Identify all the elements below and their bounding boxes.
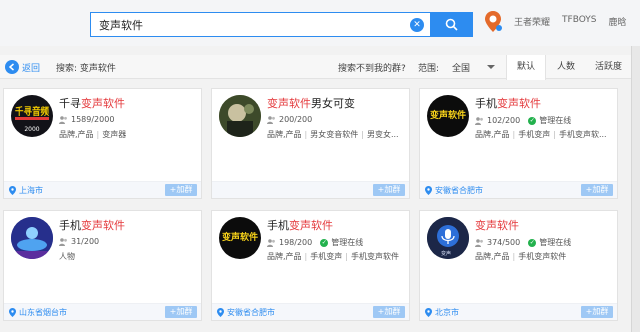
sort-tab-members[interactable]: 人数 bbox=[546, 55, 586, 79]
group-avatar bbox=[219, 95, 261, 137]
svg-text:变声软件: 变声软件 bbox=[222, 231, 258, 243]
member-count: 198/200 bbox=[279, 238, 313, 247]
group-title[interactable]: 变声软件 bbox=[475, 217, 519, 233]
hot-link[interactable]: 鹿晗 bbox=[609, 15, 627, 28]
members-icon bbox=[59, 237, 67, 246]
svg-text:变声软件: 变声软件 bbox=[430, 109, 466, 121]
group-tags: 品牌,产品 | 变声器 bbox=[59, 130, 127, 139]
join-group-button[interactable]: +加群 bbox=[373, 306, 405, 318]
group-title[interactable]: 手机变声软件 bbox=[475, 95, 541, 111]
scrollbar[interactable] bbox=[631, 46, 640, 332]
hot-search-icon bbox=[485, 11, 502, 32]
join-group-button[interactable]: +加群 bbox=[165, 306, 197, 318]
join-group-button[interactable]: +加群 bbox=[373, 184, 405, 196]
member-count: 102/200 bbox=[487, 116, 521, 125]
group-avatar: 变声软件 bbox=[427, 95, 469, 137]
group-title[interactable]: 手机变声软件 bbox=[267, 217, 333, 233]
admin-online-label: 管理在线 bbox=[539, 116, 572, 125]
group-location: 上海市 bbox=[19, 186, 43, 195]
group-card[interactable]: 手机变声软件 31/200 人物 山东省烟台市 +加群 bbox=[3, 210, 202, 321]
join-group-button[interactable]: +加群 bbox=[581, 306, 613, 318]
member-count: 31/200 bbox=[71, 237, 100, 246]
location-pin-icon bbox=[217, 308, 224, 317]
svg-text:变声: 变声 bbox=[441, 250, 451, 257]
group-location: 安徽省合肥市 bbox=[435, 186, 483, 195]
check-icon: ✓ bbox=[528, 116, 537, 125]
group-avatar: 变声 bbox=[427, 217, 469, 259]
search-input[interactable] bbox=[91, 13, 410, 36]
location-pin-icon bbox=[9, 186, 16, 195]
member-count: 1589/2000 bbox=[71, 115, 115, 124]
range-label: 范围: bbox=[418, 64, 440, 74]
member-count: 374/500 bbox=[487, 238, 521, 247]
svg-text:2000: 2000 bbox=[24, 126, 39, 133]
not-found-link[interactable]: 搜索不到我的群? bbox=[338, 61, 406, 74]
members-icon bbox=[59, 115, 67, 124]
search-crumb: 搜索: 变声软件 bbox=[56, 64, 116, 74]
group-card[interactable]: 变声软件男女可变 200/200 品牌,产品 | 男女变音软件 | 男变女... +加群 bbox=[211, 88, 410, 199]
group-location: 安徽省合肥市 bbox=[227, 308, 275, 317]
check-icon: ✓ bbox=[320, 238, 329, 247]
admin-online-label: 管理在线 bbox=[331, 238, 364, 247]
sort-tab-activity[interactable]: 活跃度 bbox=[586, 55, 631, 79]
group-tags: 品牌,产品 | 手机变声软件 bbox=[475, 252, 567, 261]
search-box: ✕ bbox=[90, 12, 473, 37]
group-tags: 品牌,产品 | 手机变声 | 手机变声软件 bbox=[267, 252, 399, 261]
group-title[interactable]: 手机变声软件 bbox=[59, 217, 125, 233]
group-title[interactable]: 变声软件男女可变 bbox=[267, 95, 355, 111]
location-pin-icon bbox=[425, 308, 432, 317]
members-icon bbox=[267, 238, 275, 247]
group-card[interactable]: 变声软件 手机变声软件 102/200 ✓ 管理在线 品牌,产品 | 手机变声 | 手机变… bbox=[419, 88, 618, 199]
group-tags: 品牌,产品 | 手机变声 | 手机变声软... bbox=[475, 130, 607, 139]
search-icon bbox=[445, 18, 458, 31]
members-icon bbox=[475, 116, 483, 125]
group-location: 山东省烟台市 bbox=[19, 308, 67, 317]
group-tags: 人物 bbox=[59, 252, 75, 261]
top-search-bar: ✕ 王者荣耀 TFBOYS 鹿晗 bbox=[0, 0, 640, 46]
group-card[interactable]: 千寻音频 2000 千寻变声软件 1589/2000 品牌,产品 | 变声器 上海市… bbox=[3, 88, 202, 199]
filter-bar: 返回 搜索: 变声软件 搜索不到我的群? 范围: 全国 默认 人数 活跃度 bbox=[0, 55, 631, 80]
sort-tab-default[interactable]: 默认 bbox=[506, 55, 546, 80]
location-pin-icon bbox=[9, 308, 16, 317]
group-avatar: 千寻音频 2000 bbox=[11, 95, 53, 137]
admin-online-label: 管理在线 bbox=[539, 238, 572, 247]
chevron-down-icon[interactable] bbox=[487, 65, 495, 69]
member-count: 200/200 bbox=[279, 115, 313, 124]
back-icon[interactable] bbox=[5, 60, 19, 74]
group-avatar: 变声软件 bbox=[219, 217, 261, 259]
group-avatar bbox=[11, 217, 53, 259]
group-title[interactable]: 千寻变声软件 bbox=[59, 95, 125, 111]
check-icon: ✓ bbox=[528, 238, 537, 247]
group-card[interactable]: 变声软件 手机变声软件 198/200 ✓ 管理在线 品牌,产品 | 手机变声 | 手机变… bbox=[211, 210, 410, 321]
members-icon bbox=[267, 115, 275, 124]
group-card[interactable]: 变声 变声软件 374/500 ✓ 管理在线 品牌,产品 | 手机变声软件 北京市 +… bbox=[419, 210, 618, 321]
members-icon bbox=[475, 238, 483, 247]
hot-link[interactable]: TFBOYS bbox=[562, 15, 597, 28]
location-pin-icon bbox=[425, 186, 432, 195]
group-tags: 品牌,产品 | 男女变音软件 | 男变女... bbox=[267, 130, 399, 139]
search-button[interactable] bbox=[430, 13, 472, 36]
group-location: 北京市 bbox=[435, 308, 459, 317]
join-group-button[interactable]: +加群 bbox=[581, 184, 613, 196]
clear-icon[interactable]: ✕ bbox=[410, 18, 424, 32]
join-group-button[interactable]: +加群 bbox=[165, 184, 197, 196]
hot-links: 王者荣耀 TFBOYS 鹿晗 bbox=[514, 15, 627, 28]
back-link[interactable]: 返回 bbox=[22, 61, 40, 74]
hot-link[interactable]: 王者荣耀 bbox=[514, 15, 550, 28]
svg-text:千寻音频: 千寻音频 bbox=[15, 105, 49, 118]
